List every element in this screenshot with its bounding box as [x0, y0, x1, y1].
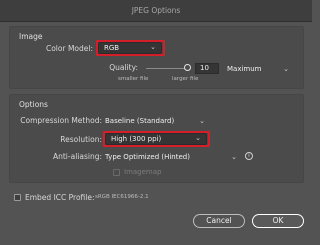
- compression-value: Baseline (Standard): [105, 117, 175, 125]
- cancel-button-label: Cancel: [206, 216, 232, 225]
- image-section: Image Color Model: RGB ⌄ Quality: 10 Max…: [9, 26, 304, 89]
- window-title: JPEG Options: [131, 6, 181, 15]
- ok-button-label: OK: [272, 216, 284, 225]
- embed-icc-checkbox[interactable]: [14, 194, 21, 201]
- chevron-down-icon: ⌄: [283, 65, 289, 73]
- quality-slider-track[interactable]: [146, 68, 187, 69]
- info-icon[interactable]: i: [245, 152, 253, 160]
- color-model-highlight: [96, 40, 165, 56]
- imagemap-label: Imagemap: [124, 168, 162, 176]
- quality-preset-dropdown[interactable]: Maximum ⌄: [227, 63, 289, 75]
- imagemap-checkbox: [113, 169, 120, 176]
- ok-button[interactable]: OK: [252, 214, 304, 228]
- quality-slider-handle[interactable]: [183, 64, 191, 71]
- quality-preset-value: Maximum: [227, 65, 262, 73]
- cancel-button[interactable]: Cancel: [193, 214, 245, 228]
- color-model-label: Color Model:: [45, 44, 93, 53]
- icc-profile-name: sRGB IEC61966-2.1: [95, 194, 149, 200]
- compression-dropdown[interactable]: Baseline (Standard) ⌄: [105, 115, 205, 127]
- quality-value-field[interactable]: 10: [195, 63, 219, 74]
- antialiasing-value: Type Optimized (Hinted): [105, 153, 190, 161]
- resolution-highlight: [103, 131, 210, 147]
- compression-label: Compression Method:: [20, 116, 102, 125]
- quality-min-caption: smaller file: [118, 76, 149, 82]
- image-section-title: Image: [19, 32, 43, 41]
- quality-label: Quality:: [109, 63, 138, 72]
- quality-value: 10: [200, 64, 209, 72]
- resolution-label: Resolution:: [60, 135, 102, 144]
- chevron-down-icon: ⌄: [231, 153, 237, 161]
- antialiasing-dropdown[interactable]: Type Optimized (Hinted) ⌄: [105, 151, 237, 163]
- antialiasing-label: Anti-aliasing:: [52, 152, 102, 161]
- options-section-title: Options: [19, 100, 48, 109]
- chevron-down-icon: ⌄: [199, 117, 205, 125]
- embed-icc-label: Embed ICC Profile:: [25, 193, 95, 202]
- quality-max-caption: larger file: [172, 76, 199, 82]
- window-titlebar: JPEG Options: [0, 0, 312, 22]
- options-section: Options Compression Method: Baseline (St…: [9, 94, 304, 183]
